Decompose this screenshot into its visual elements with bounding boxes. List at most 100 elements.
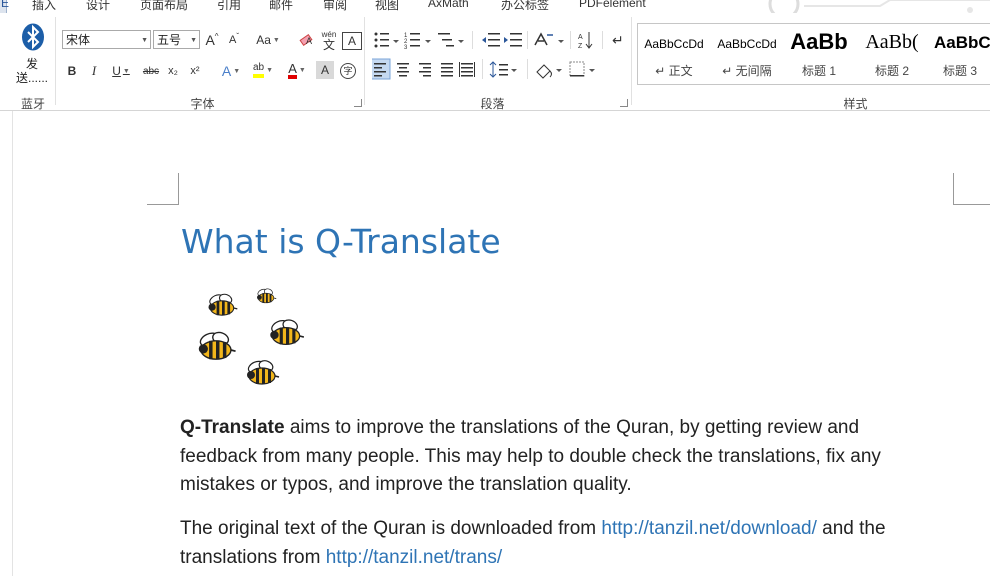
style-preview: AaBb [790, 29, 848, 54]
tab-references[interactable]: 引用 [217, 0, 241, 13]
superscript-label: x² [190, 65, 200, 77]
style-normal[interactable]: AaBbCcDd ↵ 正文 [638, 24, 710, 82]
font-group-label: 字体 [190, 97, 215, 111]
style-heading-1[interactable]: AaBb 标题 1 [783, 24, 855, 82]
bee-icon [256, 287, 277, 304]
strikethrough-button[interactable]: abc [140, 61, 162, 81]
sources-text-1: The original text of the Quran is downlo… [180, 518, 602, 539]
clear-formatting-button[interactable]: A [296, 30, 316, 50]
decrease-indent-icon[interactable] [482, 33, 500, 47]
shrink-font-button[interactable]: Aˇ [225, 30, 243, 50]
bold-button[interactable]: B [63, 61, 81, 81]
tab-mailings[interactable]: 邮件 [269, 0, 293, 13]
italic-button[interactable]: I [85, 61, 103, 81]
change-case-button[interactable]: Aa ▼ [252, 30, 284, 50]
underline-label: U [112, 64, 121, 78]
intro-line-3: mistakes or typos, and improve the trans… [180, 474, 632, 495]
style-heading-3[interactable]: AaBbC 标题 3 [929, 24, 990, 82]
intro-line-2: feedback from many people. This may help… [180, 445, 881, 467]
character-shading-button[interactable]: A [316, 61, 334, 79]
font-dialog-launcher-icon[interactable] [354, 99, 362, 107]
tab-design[interactable]: 设计 [86, 0, 110, 13]
justify-icon[interactable] [441, 63, 453, 77]
show-marks-icon[interactable]: ↵ [612, 32, 624, 48]
paragraph-group-label: 段落 [480, 97, 505, 111]
sources-text-3: translations from [180, 546, 326, 568]
increase-indent-icon[interactable] [504, 33, 522, 47]
tab-axmath[interactable]: AxMath [428, 0, 469, 10]
font-name-value: 宋体 [66, 33, 91, 47]
line-spacing-icon[interactable] [489, 61, 517, 78]
text-effects-button[interactable]: A ▼ [218, 61, 244, 81]
svg-text:↵: ↵ [612, 32, 624, 48]
paragraph-dialog-launcher-icon[interactable] [620, 99, 628, 107]
tab-view[interactable]: 视图 [375, 0, 399, 13]
paragraph-sources[interactable]: The original text of the Quran is downlo… [180, 515, 940, 572]
superscript-button[interactable]: x² [186, 61, 204, 81]
document-heading[interactable]: What is Q-Translate [181, 222, 501, 261]
style-preview: AaBbCcDd [717, 37, 777, 51]
margin-corner-top-right [953, 173, 990, 205]
numbering-icon[interactable]: 1 2 3 [404, 33, 431, 51]
enclose-characters-label: 字 [340, 63, 356, 79]
style-preview: AaBbCcDd [644, 37, 704, 51]
bees-image[interactable] [186, 286, 316, 396]
bluetooth-group-label: 蓝牙 [20, 97, 45, 111]
highlight-button[interactable]: ab ▼ [249, 60, 277, 80]
style-heading-2[interactable]: AaBb( 标题 2 [856, 24, 928, 82]
style-preview: AaBb( [865, 31, 919, 53]
paragraph-intro[interactable]: Q-Translate aims to improve the translat… [180, 414, 940, 500]
align-right-icon[interactable] [419, 63, 431, 77]
subscript-label: x₂ [168, 65, 178, 77]
margin-corner-top-left [147, 173, 179, 205]
style-name: ↵ 正文 [655, 64, 693, 78]
distributed-icon[interactable] [459, 62, 475, 77]
sources-text-2: and the [816, 518, 886, 539]
highlight-label: ab [252, 62, 265, 78]
phonetic-guide-button[interactable]: wén 文 [318, 28, 340, 52]
style-name: 标题 1 [801, 64, 836, 78]
tab-review[interactable]: 审阅 [323, 0, 347, 13]
download-link[interactable]: http://tanzil.net/download/ [601, 518, 816, 539]
font-size-combo[interactable]: 五号 ▼ [153, 30, 200, 49]
group-separator [55, 17, 56, 105]
font-color-button[interactable]: A ▼ [283, 60, 311, 80]
tab-pdfelement[interactable]: PDFelement [579, 0, 646, 10]
character-border-button[interactable]: A [342, 32, 362, 50]
borders-icon[interactable] [569, 61, 595, 77]
sort-icon[interactable]: AZ [578, 32, 593, 50]
bluetooth-send-button[interactable]: 发 送...... [14, 23, 50, 87]
style-name: 标题 3 [942, 64, 977, 78]
underline-button[interactable]: U ▼ [107, 61, 135, 81]
change-case-label: Aa [256, 33, 271, 47]
chevron-down-icon: ▼ [141, 37, 148, 44]
tab-page-layout[interactable]: 页面布局 [140, 0, 188, 13]
tab-insert[interactable]: 插入 [32, 0, 56, 13]
grow-font-button[interactable]: A ^ [203, 30, 221, 50]
group-separator [631, 17, 632, 105]
shading-icon[interactable] [536, 64, 562, 79]
styles-gallery: AaBbCcDd ↵ 正文 AaBbCcDd ↵ 无间隔 AaBb 标题 1 A… [637, 23, 990, 85]
enclose-characters-button[interactable]: 字 [339, 61, 357, 81]
character-shading-label: A [320, 63, 329, 77]
translations-link[interactable]: http://tanzil.net/trans/ [326, 547, 502, 568]
multilevel-list-icon[interactable] [438, 33, 464, 47]
style-no-spacing[interactable]: AaBbCcDd ↵ 无间隔 [711, 24, 783, 82]
svg-text:A: A [578, 34, 583, 41]
font-name-combo[interactable]: 宋体 ▼ [62, 30, 151, 49]
style-preview: AaBbC [934, 33, 990, 52]
bluetooth-icon [22, 23, 44, 51]
font-size-value: 五号 [157, 33, 182, 47]
styles-group-label: 样式 [843, 97, 868, 111]
bee-icon [207, 291, 238, 316]
tab-office-tab[interactable]: 办公标签 [501, 0, 549, 13]
ribbon-tab-row: E 插入 设计 页面布局 引用 邮件 审阅 视图 AxMath 办公标签 PDF… [0, 0, 990, 13]
bluetooth-label-2: 送...... [15, 71, 48, 85]
tab-home-partial[interactable]: E [0, 0, 10, 13]
align-center-icon[interactable] [397, 63, 409, 77]
tab-home-label: E [1, 0, 10, 10]
bullets-icon[interactable] [374, 32, 400, 48]
chinese-layout-icon[interactable] [534, 32, 564, 46]
ribbon: 发 送...... 蓝牙 宋体 ▼ 五号 ▼ A ^ Aˇ Aa ▼ A wén 文 A… [0, 13, 990, 111]
subscript-button[interactable]: x₂ [164, 61, 182, 81]
